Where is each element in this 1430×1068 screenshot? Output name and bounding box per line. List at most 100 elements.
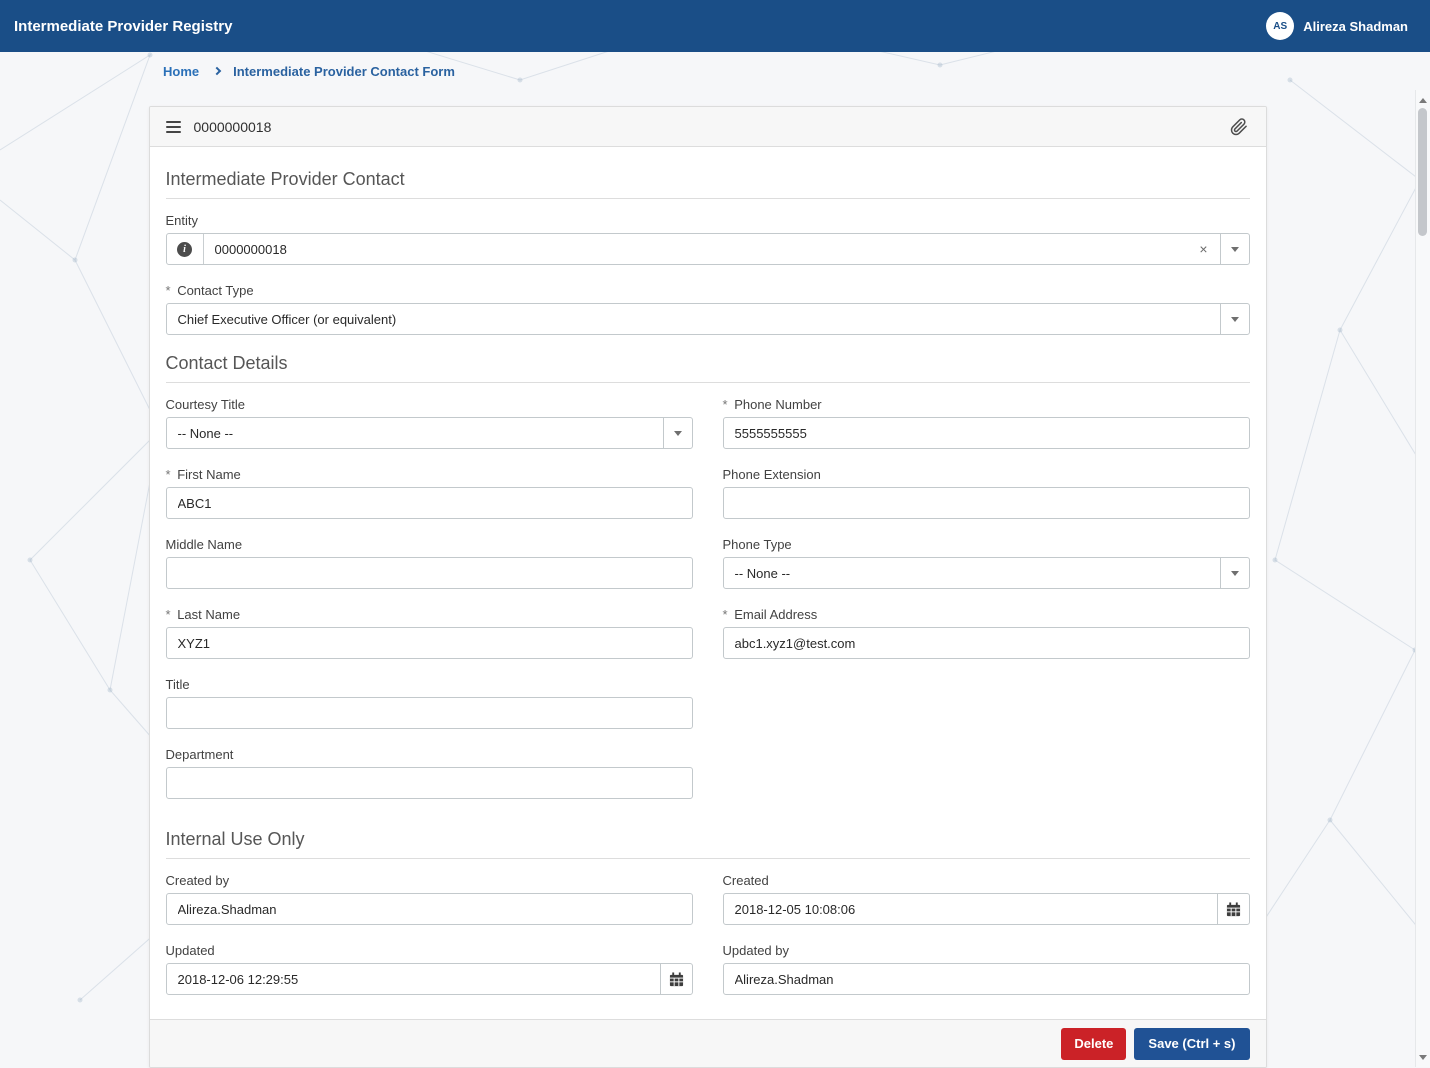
field-updated: Updated [166, 943, 693, 995]
form-body: Intermediate Provider Contact Entity i 0… [150, 147, 1266, 1019]
attachment-button[interactable] [1228, 116, 1250, 138]
clear-icon[interactable]: × [1187, 234, 1219, 264]
title-input[interactable] [166, 697, 693, 729]
contact-type-dropdown-button[interactable] [1220, 304, 1249, 334]
phone-type-select[interactable]: -- None -- [723, 557, 1250, 589]
created-label: Created [723, 873, 1250, 889]
entity-dropdown-button[interactable] [1220, 234, 1249, 264]
last-name-label: * Last Name [166, 607, 693, 623]
breadcrumb-home-link[interactable]: Home [163, 64, 199, 79]
entity-value: 0000000018 [204, 234, 1188, 264]
courtesy-title-dropdown-button[interactable] [663, 418, 692, 448]
field-courtesy-title: Courtesy Title -- None -- [166, 397, 693, 449]
middle-name-label: Middle Name [166, 537, 693, 553]
field-title: Title [166, 677, 693, 729]
section-title-internal: Internal Use Only [166, 829, 1250, 859]
field-department: Department [166, 747, 693, 799]
phone-number-label: * Phone Number [723, 397, 1250, 413]
avatar: AS [1266, 12, 1294, 40]
courtesy-title-value: -- None -- [167, 418, 663, 448]
first-name-input[interactable] [166, 487, 693, 519]
field-phone-extension: Phone Extension [723, 467, 1250, 519]
paperclip-icon [1230, 118, 1248, 136]
delete-button[interactable]: Delete [1061, 1028, 1126, 1060]
calendar-icon [669, 972, 684, 987]
app-header: Intermediate Provider Registry AS Alirez… [0, 0, 1430, 52]
entity-label: Entity [166, 213, 1250, 229]
form-context-menu-icon[interactable] [166, 121, 181, 133]
created-by-label: Created by [166, 873, 693, 889]
phone-type-value: -- None -- [724, 558, 1220, 588]
required-marker: * [723, 607, 728, 622]
save-button[interactable]: Save (Ctrl + s) [1134, 1028, 1249, 1060]
field-first-name: * First Name [166, 467, 693, 519]
section-title-details: Contact Details [166, 353, 1250, 383]
updated-input[interactable] [166, 963, 661, 995]
phone-extension-input[interactable] [723, 487, 1250, 519]
field-created-by: Created by [166, 873, 693, 925]
required-marker: * [166, 283, 171, 298]
email-address-input[interactable] [723, 627, 1250, 659]
updated-label: Updated [166, 943, 693, 959]
app-title: Intermediate Provider Registry [14, 17, 244, 36]
user-menu[interactable]: AS Alireza Shadman [1266, 12, 1408, 40]
page-content: Home Intermediate Provider Contact Form … [0, 52, 1415, 1068]
form-footer: Delete Save (Ctrl + s) [150, 1019, 1266, 1067]
field-email-address: * Email Address [723, 607, 1250, 659]
grid-spacer [723, 677, 1250, 747]
internal-use-grid: Created by Created [166, 873, 1250, 1013]
phone-type-label: Phone Type [723, 537, 1250, 553]
title-label: Title [166, 677, 693, 693]
info-icon: i [177, 242, 192, 257]
required-marker: * [723, 397, 728, 412]
courtesy-title-label: Courtesy Title [166, 397, 693, 413]
scroll-up-button[interactable] [1416, 92, 1430, 108]
field-middle-name: Middle Name [166, 537, 693, 589]
phone-extension-label: Phone Extension [723, 467, 1250, 483]
record-number: 0000000018 [194, 119, 272, 135]
field-created: Created [723, 873, 1250, 925]
department-input[interactable] [166, 767, 693, 799]
created-calendar-button[interactable] [1217, 893, 1250, 925]
calendar-icon [1226, 902, 1241, 917]
contact-details-grid: Courtesy Title -- None -- * Phone Number [166, 397, 1250, 817]
email-address-label: * Email Address [723, 607, 1250, 623]
department-label: Department [166, 747, 693, 763]
contact-type-label: * Contact Type [166, 283, 1250, 299]
chevron-down-icon [1231, 247, 1239, 252]
field-phone-number: * Phone Number [723, 397, 1250, 449]
created-input[interactable] [723, 893, 1218, 925]
chevron-down-icon [674, 431, 682, 436]
contact-type-value: Chief Executive Officer (or equivalent) [167, 304, 1220, 334]
arrow-down-icon [1419, 1055, 1427, 1060]
vertical-scrollbar[interactable] [1415, 90, 1430, 1067]
record-form-card: 0000000018 Intermediate Provider Contact… [149, 106, 1267, 1068]
form-header: 0000000018 [150, 107, 1266, 147]
middle-name-input[interactable] [166, 557, 693, 589]
scrollbar-thumb[interactable] [1418, 108, 1427, 236]
courtesy-title-select[interactable]: -- None -- [166, 417, 693, 449]
breadcrumb-current: Intermediate Provider Contact Form [233, 64, 455, 79]
breadcrumb: Home Intermediate Provider Contact Form [0, 52, 1415, 90]
phone-type-dropdown-button[interactable] [1220, 558, 1249, 588]
user-name: Alireza Shadman [1303, 19, 1408, 34]
field-updated-by: Updated by [723, 943, 1250, 995]
section-title-contact: Intermediate Provider Contact [166, 169, 1250, 199]
created-by-input[interactable] [166, 893, 693, 925]
required-marker: * [166, 467, 171, 482]
chevron-right-icon [213, 67, 221, 75]
field-contact-type: * Contact Type Chief Executive Officer (… [166, 283, 1250, 335]
updated-calendar-button[interactable] [660, 963, 693, 995]
field-phone-type: Phone Type -- None -- [723, 537, 1250, 589]
contact-type-select[interactable]: Chief Executive Officer (or equivalent) [166, 303, 1250, 335]
arrow-up-icon [1419, 98, 1427, 103]
chevron-down-icon [1231, 571, 1239, 576]
last-name-input[interactable] [166, 627, 693, 659]
entity-preview-button[interactable]: i [167, 234, 204, 264]
required-marker: * [166, 607, 171, 622]
scroll-down-button[interactable] [1416, 1049, 1430, 1065]
entity-reference-field[interactable]: i 0000000018 × [166, 233, 1250, 265]
field-entity: Entity i 0000000018 × [166, 213, 1250, 265]
updated-by-input[interactable] [723, 963, 1250, 995]
phone-number-input[interactable] [723, 417, 1250, 449]
